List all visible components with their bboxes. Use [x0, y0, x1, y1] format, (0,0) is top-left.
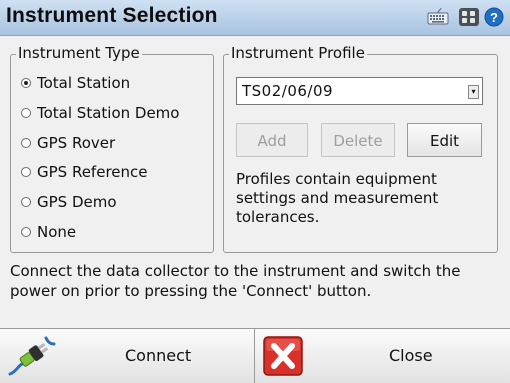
- radio-gps-reference[interactable]: GPS Reference: [21, 161, 148, 183]
- radio-none[interactable]: None: [21, 221, 76, 243]
- grid-icon[interactable]: [458, 7, 480, 27]
- radio-label: GPS Rover: [37, 134, 116, 152]
- instrument-profile-title: Instrument Profile: [229, 44, 367, 62]
- close-label: Close: [389, 346, 433, 365]
- connect-instructions: Connect the data collector to the instru…: [10, 262, 461, 300]
- profile-note: Profiles contain equipment settings and …: [236, 170, 439, 226]
- close-icon: [263, 336, 303, 376]
- radio-gps-rover[interactable]: GPS Rover: [21, 132, 115, 154]
- delete-button[interactable]: Delete: [321, 123, 395, 157]
- radio-total-station-demo[interactable]: Total Station Demo: [21, 102, 179, 124]
- radio-indicator[interactable]: [21, 108, 31, 118]
- plug-connector-icon: [8, 336, 56, 376]
- radio-total-station[interactable]: Total Station: [21, 72, 130, 94]
- svg-text:?: ?: [490, 10, 498, 25]
- profile-select-value: TS02/06/09: [242, 82, 334, 100]
- instrument-type-group: Instrument Type Total Station Total Stat…: [10, 44, 214, 253]
- add-button[interactable]: Add: [236, 123, 308, 157]
- instrument-type-title: Instrument Type: [16, 44, 142, 62]
- connect-label: Connect: [125, 346, 192, 365]
- title-bar: Instrument Selection ?: [0, 0, 510, 36]
- help-icon[interactable]: ?: [484, 7, 504, 27]
- bottom-button-bar: Connect Close: [0, 328, 510, 383]
- radio-indicator[interactable]: [21, 197, 31, 207]
- chevron-down-icon[interactable]: ▾: [468, 85, 479, 99]
- profile-select[interactable]: TS02/06/09 ▾: [236, 77, 483, 105]
- connect-button[interactable]: Connect: [0, 329, 255, 383]
- radio-indicator[interactable]: [21, 138, 31, 148]
- radio-selected-indicator[interactable]: [21, 78, 31, 88]
- radio-label: None: [37, 223, 77, 241]
- radio-label: GPS Reference: [37, 163, 148, 181]
- radio-indicator[interactable]: [21, 167, 31, 177]
- radio-label: Total Station: [37, 74, 131, 92]
- radio-indicator[interactable]: [21, 227, 31, 237]
- close-button[interactable]: Close: [255, 329, 510, 383]
- radio-gps-demo[interactable]: GPS Demo: [21, 191, 117, 213]
- edit-button[interactable]: Edit: [407, 123, 482, 157]
- radio-label: GPS Demo: [37, 193, 117, 211]
- instrument-profile-group: Instrument Profile TS02/06/09 ▾ Add Dele…: [223, 44, 498, 253]
- radio-label: Total Station Demo: [37, 104, 180, 122]
- window-title: Instrument Selection: [6, 4, 218, 27]
- keyboard-icon[interactable]: [427, 7, 449, 27]
